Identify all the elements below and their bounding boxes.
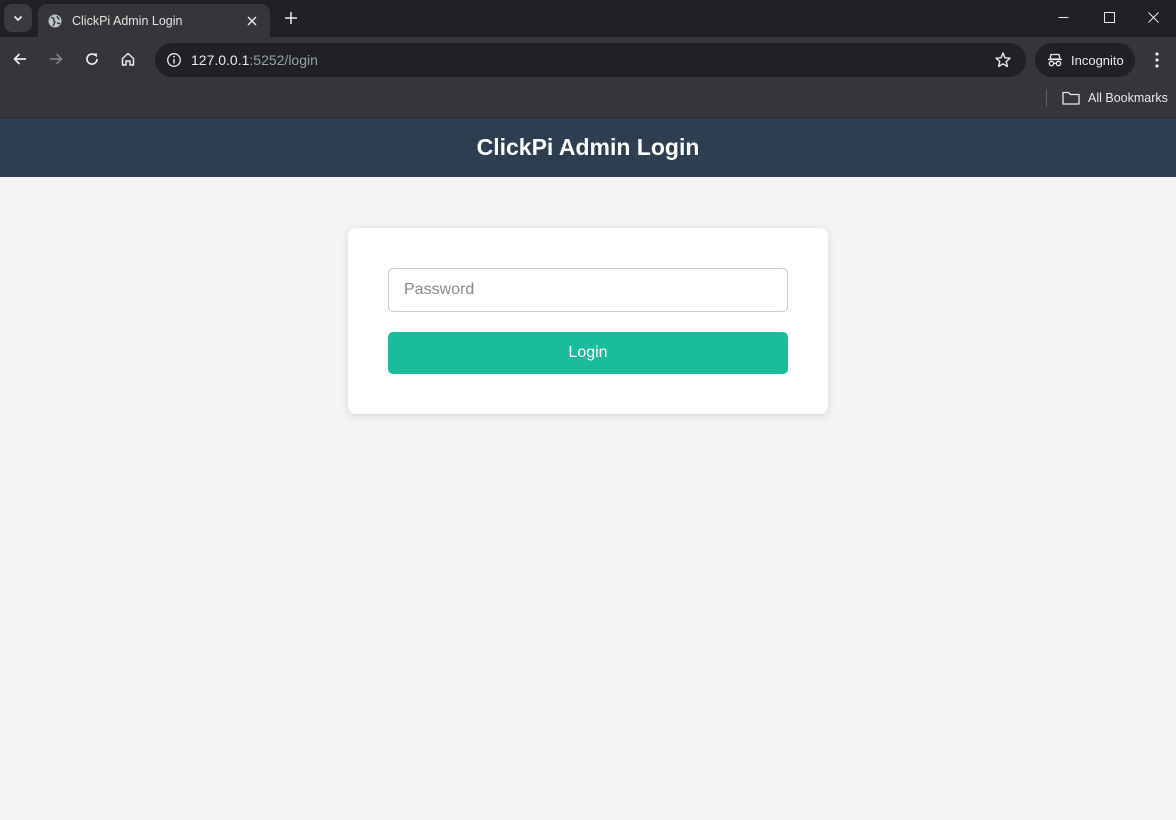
close-icon [1147, 11, 1159, 23]
home-button[interactable] [114, 45, 142, 73]
page-header: ClickPi Admin Login [0, 118, 1176, 177]
page-title: ClickPi Admin Login [476, 134, 700, 160]
bookmarks-separator [1046, 89, 1047, 107]
password-input[interactable] [388, 268, 788, 312]
back-button[interactable] [6, 45, 34, 73]
tab-search-button[interactable] [4, 4, 32, 32]
info-icon[interactable] [161, 47, 187, 73]
incognito-button[interactable]: Incognito [1035, 43, 1135, 77]
minimize-icon [1058, 16, 1068, 18]
minimize-button[interactable] [1040, 0, 1086, 34]
bookmarks-bar: All Bookmarks [0, 82, 1176, 118]
globe-icon [47, 13, 63, 29]
chevron-down-icon [13, 15, 23, 22]
reload-icon [86, 53, 98, 65]
forward-button[interactable] [42, 45, 70, 73]
plus-icon [285, 12, 297, 24]
arrow-right-icon [50, 53, 63, 65]
browser-menu-button[interactable] [1145, 47, 1169, 73]
all-bookmarks-label: All Bookmarks [1088, 91, 1168, 105]
url-host: 127.0.0.1 [191, 52, 250, 68]
url-path: :5252/login [249, 52, 318, 68]
all-bookmarks-button[interactable]: All Bookmarks [1062, 87, 1168, 109]
address-url: 127.0.0.1:5252/login [191, 52, 318, 68]
new-tab-button[interactable] [278, 5, 304, 31]
folder-icon [1062, 91, 1080, 105]
address-bar[interactable]: 127.0.0.1:5252/login [155, 43, 1026, 77]
reload-button[interactable] [78, 45, 106, 73]
login-card: Login [348, 228, 828, 414]
maximize-icon [1103, 11, 1115, 23]
kebab-menu-icon [1155, 52, 1159, 68]
login-button[interactable]: Login [388, 332, 788, 374]
window-close-button[interactable] [1130, 0, 1176, 34]
arrow-left-icon [13, 53, 26, 65]
close-icon[interactable] [244, 13, 260, 29]
tab-strip: ClickPi Admin Login [0, 0, 1176, 37]
tab-title: ClickPi Admin Login [72, 13, 183, 28]
maximize-button[interactable] [1086, 0, 1132, 34]
home-icon [121, 52, 135, 66]
browser-toolbar: 127.0.0.1:5252/login Incognito [0, 37, 1176, 82]
incognito-label: Incognito [1071, 52, 1124, 68]
incognito-icon [1048, 53, 1062, 67]
browser-tab[interactable]: ClickPi Admin Login [38, 4, 270, 37]
star-icon[interactable] [992, 49, 1014, 71]
page-content: ClickPi Admin Login Login [0, 118, 1176, 820]
